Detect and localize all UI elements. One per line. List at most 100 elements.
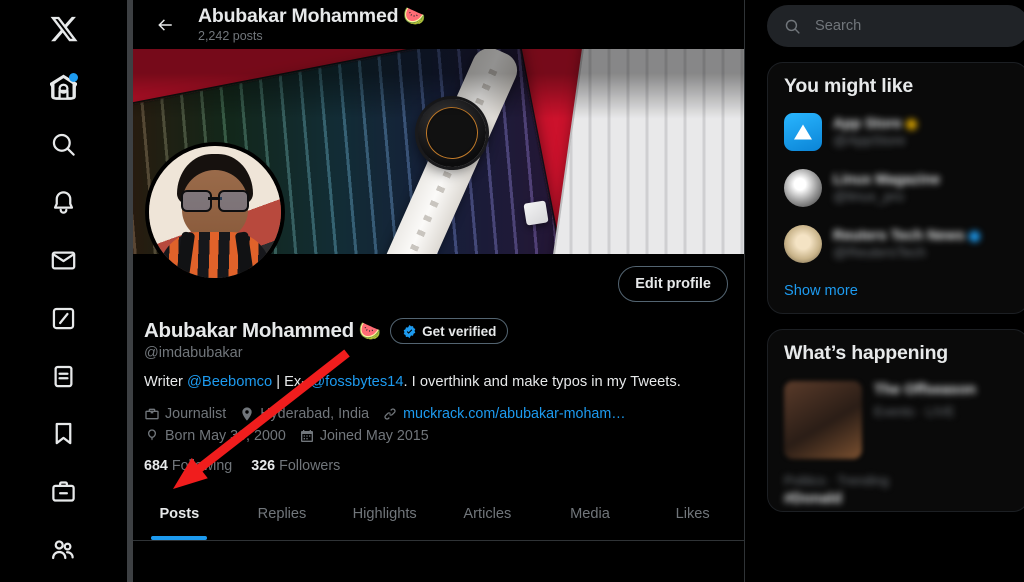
link-icon	[384, 408, 396, 420]
header-text-group: Abubakar Mohammed 🍉 2,242 posts	[198, 5, 426, 45]
whats-happening-card: What’s happening The Offseason Events · …	[767, 329, 1024, 512]
trend-item[interactable]: Politics · Trending #Donald	[768, 465, 1024, 511]
tab-articles[interactable]: Articles	[436, 488, 539, 540]
profile-occupation-text: Journalist	[165, 405, 227, 422]
tab-highlights[interactable]: Highlights	[333, 488, 436, 540]
search-icon	[785, 19, 800, 34]
sidebar-item-grok[interactable]	[38, 293, 90, 344]
suggested-account-name: App Store	[833, 116, 902, 132]
you-might-like-title: You might like	[784, 75, 914, 97]
bio-mention-fossbytes[interactable]: @fossbytes14	[310, 374, 403, 390]
edit-profile-button[interactable]: Edit profile	[618, 266, 728, 302]
suggested-account-name: Reuters Tech News	[833, 228, 965, 244]
suggested-account-name-row: App Store	[833, 116, 1012, 132]
profile-metadata: Journalist Hyderabad, India muckrack.com…	[144, 403, 728, 447]
suggested-account-name: Linux Magazine	[833, 172, 941, 188]
followers-count-value: 326	[251, 458, 276, 475]
bio-mention-beebom[interactable]: @Beebomco	[187, 374, 272, 390]
profile-bio: Writer @Beebomco | Ex- @fossbytes14. I o…	[144, 373, 728, 393]
trend-thumbnail	[784, 381, 862, 459]
profile-location-text: Hyderabad, India	[260, 405, 370, 422]
suggested-account-text: Reuters Tech News @ReutersTech	[833, 228, 1012, 260]
profile-name-row: Abubakar Mohammed 🍉 Get verified	[144, 318, 728, 344]
profile-info: Abubakar Mohammed 🍉 Get verified @imdabu…	[128, 316, 744, 474]
x-profile-page: Abubakar Mohammed 🍉 2,242 posts Edit pro…	[0, 0, 1024, 582]
watermelon-emoji: 🍉	[403, 5, 426, 26]
sidebar-item-lists[interactable]	[38, 351, 90, 402]
you-might-like-card: You might like App Store @AppStore Linux…	[767, 62, 1024, 314]
get-verified-button[interactable]: Get verified	[390, 318, 509, 344]
followers-count[interactable]: 326 Followers	[251, 458, 340, 474]
profile-header-bar: Abubakar Mohammed 🍉 2,242 posts	[128, 0, 744, 49]
gold-verified-badge-icon	[905, 118, 917, 130]
sidebar-item-jobs[interactable]	[38, 466, 90, 517]
avatar	[784, 225, 822, 263]
suggested-account-handle: @linux_pro	[833, 188, 905, 204]
profile-metadata-row-1: Journalist Hyderabad, India muckrack.com…	[144, 403, 728, 425]
profile-joined-text: Joined May 2015	[319, 428, 429, 444]
avatar-image	[149, 146, 281, 278]
profile-location: Hyderabad, India	[239, 403, 369, 425]
page-title-text: Abubakar Mohammed	[198, 4, 399, 27]
tab-media[interactable]: Media	[539, 488, 642, 540]
trend-title: The Offseason	[874, 382, 977, 398]
bio-text-2: | Ex-	[272, 374, 311, 390]
suggested-account-item[interactable]: App Store @AppStore	[768, 104, 1024, 160]
profile-website[interactable]: muckrack.com/abubakar-moham…	[382, 403, 626, 425]
blue-verified-badge-icon	[968, 230, 980, 242]
avatar[interactable]	[145, 142, 285, 282]
trend-item[interactable]: The Offseason Events · LIVE	[768, 371, 1024, 465]
search-input[interactable]	[815, 18, 1012, 34]
tab-replies[interactable]: Replies	[231, 488, 334, 540]
page-title: Abubakar Mohammed 🍉	[198, 5, 426, 27]
right-sidebar: You might like App Store @AppStore Linux…	[745, 0, 1024, 582]
home-notification-dot	[68, 72, 78, 82]
back-button[interactable]	[148, 8, 182, 42]
trend-name: #Donald	[784, 491, 842, 507]
bio-text-3: . I overthink and make typos in my Tweet…	[403, 374, 681, 390]
suggested-account-name-row: Reuters Tech News	[833, 228, 1012, 244]
sidebar-divider	[127, 0, 133, 582]
x-logo-icon[interactable]	[38, 4, 90, 55]
profile-occupation: Journalist	[144, 403, 226, 425]
profile-birthdate: Born May 30, 2000	[144, 425, 286, 447]
search-bar[interactable]	[767, 5, 1024, 47]
avatar	[784, 113, 822, 151]
briefcase-icon	[145, 408, 159, 420]
profile-handle: @imdabubakar	[144, 345, 243, 361]
sidebar-item-messages[interactable]	[38, 235, 90, 286]
suggested-account-name-row: Linux Magazine	[833, 172, 1012, 188]
tab-posts[interactable]: Posts	[128, 488, 231, 540]
tab-likes[interactable]: Likes	[641, 488, 744, 540]
followers-count-label: Followers	[279, 458, 341, 475]
calendar-icon	[300, 430, 313, 443]
primary-sidebar	[0, 0, 128, 582]
profile-metadata-row-2: Born May 30, 2000 Joined May 2015	[144, 425, 728, 447]
arrow-left-icon	[158, 18, 172, 31]
trend-subtitle: Events · LIVE	[874, 404, 955, 420]
following-count[interactable]: 684 Following	[144, 458, 232, 474]
sidebar-item-notifications[interactable]	[38, 177, 90, 228]
profile-main-column: Abubakar Mohammed 🍉 2,242 posts Edit pro…	[128, 0, 745, 582]
trend-text: The Offseason Events · LIVE	[874, 381, 1012, 459]
profile-display-name: Abubakar Mohammed 🍉	[144, 319, 381, 343]
watermelon-emoji: 🍉	[358, 320, 382, 341]
sidebar-item-explore[interactable]	[38, 120, 90, 171]
avatar-glasses	[181, 190, 249, 212]
suggested-account-handle: @AppStore	[833, 132, 906, 148]
suggested-account-text: App Store @AppStore	[833, 116, 1012, 148]
show-more-link[interactable]: Show more	[768, 272, 1024, 313]
sidebar-item-home[interactable]	[38, 62, 90, 113]
sidebar-item-communities[interactable]	[38, 524, 90, 575]
trend-category: Politics · Trending	[784, 473, 889, 488]
profile-counts: 684 Following 326 Followers	[144, 458, 728, 474]
suggested-account-text: Linux Magazine @linux_pro	[833, 172, 1012, 204]
following-count-value: 684	[144, 458, 168, 475]
sidebar-item-bookmarks[interactable]	[38, 409, 90, 460]
whats-happening-title: What’s happening	[784, 342, 948, 364]
suggested-account-item[interactable]: Linux Magazine @linux_pro	[768, 160, 1024, 216]
profile-birthdate-text: Born May 30, 2000	[165, 428, 286, 444]
profile-display-name-text: Abubakar Mohammed	[144, 319, 354, 342]
bio-text-1: Writer	[144, 374, 187, 390]
suggested-account-item[interactable]: Reuters Tech News @ReutersTech	[768, 216, 1024, 272]
